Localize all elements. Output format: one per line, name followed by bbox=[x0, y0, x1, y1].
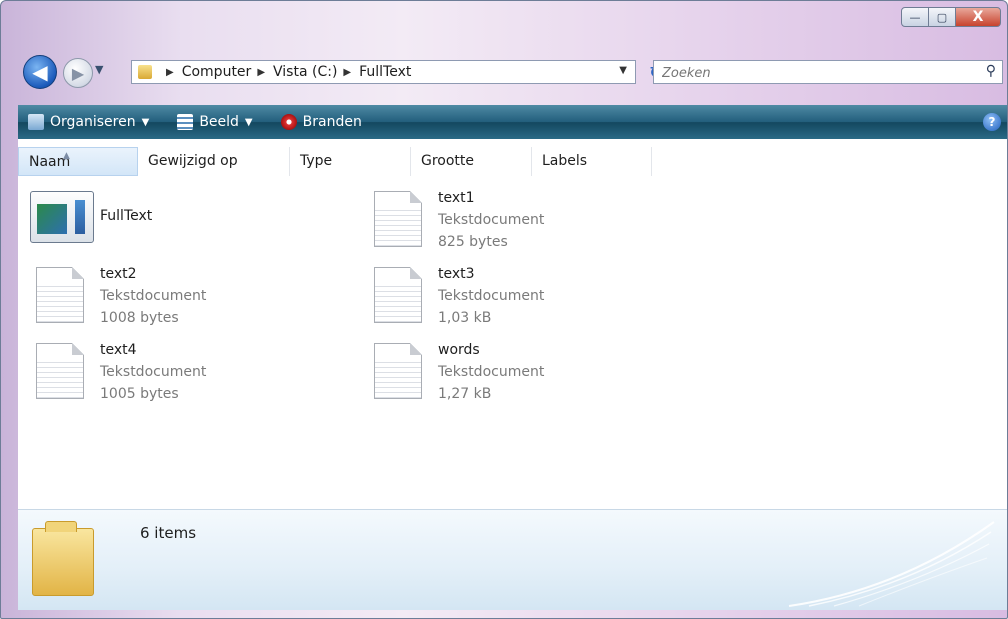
column-header-name[interactable]: ▲ Naam bbox=[18, 147, 138, 176]
breadcrumb-computer[interactable]: Computer bbox=[182, 64, 252, 80]
file-name: words bbox=[438, 342, 480, 358]
details-pane: 6 items bbox=[18, 509, 1007, 610]
file-type: Tekstdocument bbox=[100, 364, 207, 380]
text-document-icon bbox=[368, 187, 424, 247]
breadcrumb-separator-icon[interactable]: ▶ bbox=[343, 67, 351, 78]
maximize-icon: ▢ bbox=[936, 10, 948, 24]
file-list-pane: ▲ Naam Gewijzigd op Type Grootte Labels … bbox=[18, 139, 1007, 509]
burn-button[interactable]: Branden bbox=[271, 114, 362, 130]
explorer-window: — ▢ X ◀ ▶ ▼ ▶ Computer ▶ Vista (C:) ▶ Fu… bbox=[0, 0, 1008, 619]
breadcrumb-folder[interactable]: FullText bbox=[359, 64, 411, 80]
column-header-label: Labels bbox=[542, 153, 588, 169]
file-size: 1,27 kB bbox=[438, 386, 492, 402]
column-header-label: Type bbox=[300, 153, 333, 169]
view-icon bbox=[177, 114, 194, 130]
navigation-bar: ◀ ▶ ▼ ▶ Computer ▶ Vista (C:) ▶ FullText… bbox=[1, 51, 1007, 91]
chevron-down-icon: ▼ bbox=[141, 116, 150, 128]
file-name: text2 bbox=[100, 266, 137, 282]
help-icon: ? bbox=[988, 115, 996, 129]
chevron-down-icon[interactable]: ▼ bbox=[245, 117, 253, 128]
file-name: FullText bbox=[100, 208, 153, 224]
item-count: 6 items bbox=[140, 524, 197, 542]
search-input[interactable] bbox=[660, 62, 964, 84]
command-bar: Organiseren ▼ Beeld ▼ Branden ? bbox=[18, 105, 1007, 139]
decorative-swoosh bbox=[788, 521, 995, 607]
file-size: 1008 bytes bbox=[100, 310, 179, 326]
file-item-words[interactable]: words Tekstdocument 1,27 kB bbox=[368, 339, 698, 411]
application-icon bbox=[30, 189, 94, 247]
file-item-fulltext[interactable]: FullText bbox=[30, 189, 360, 261]
file-item-text3[interactable]: text3 Tekstdocument 1,03 kB bbox=[368, 263, 698, 335]
column-header-size[interactable]: Grootte bbox=[411, 147, 532, 176]
text-document-icon bbox=[30, 339, 86, 399]
search-icon[interactable]: ⚲ bbox=[986, 63, 996, 79]
burn-disc-icon bbox=[280, 114, 297, 130]
organize-icon bbox=[28, 114, 44, 130]
file-type: Tekstdocument bbox=[438, 288, 545, 304]
back-arrow-icon: ◀ bbox=[32, 60, 48, 84]
file-size: 825 bytes bbox=[438, 234, 508, 250]
column-header-label: Grootte bbox=[421, 153, 475, 169]
column-header-type[interactable]: Type bbox=[290, 147, 411, 176]
column-header-modified[interactable]: Gewijzigd op bbox=[138, 147, 290, 176]
folder-icon bbox=[32, 521, 94, 596]
close-button[interactable]: X bbox=[955, 7, 1001, 27]
breadcrumb-separator-icon[interactable]: ▶ bbox=[166, 67, 174, 78]
search-box[interactable]: ⚲ bbox=[653, 60, 1003, 84]
address-bar[interactable]: ▶ Computer ▶ Vista (C:) ▶ FullText ▼ bbox=[131, 60, 636, 84]
folder-icon bbox=[138, 65, 152, 79]
close-icon: X bbox=[972, 9, 984, 25]
file-item-text2[interactable]: text2 Tekstdocument 1008 bytes bbox=[30, 263, 360, 335]
forward-arrow-icon: ▶ bbox=[71, 63, 85, 83]
column-header-label: Gewijzigd op bbox=[148, 153, 238, 169]
maximize-button[interactable]: ▢ bbox=[928, 7, 956, 27]
text-document-icon bbox=[368, 339, 424, 399]
file-name: text3 bbox=[438, 266, 475, 282]
chevron-down-icon: ▼ bbox=[95, 63, 104, 76]
text-document-icon bbox=[368, 263, 424, 323]
help-button[interactable]: ? bbox=[983, 113, 1001, 131]
view-label: Beeld bbox=[199, 114, 239, 130]
file-item-text4[interactable]: text4 Tekstdocument 1005 bytes bbox=[30, 339, 360, 411]
back-button[interactable]: ◀ bbox=[23, 55, 57, 89]
column-headers: ▲ Naam Gewijzigd op Type Grootte Labels bbox=[18, 147, 1007, 176]
file-type: Tekstdocument bbox=[438, 364, 545, 380]
file-name: text4 bbox=[100, 342, 137, 358]
breadcrumb-drive[interactable]: Vista (C:) bbox=[273, 64, 337, 80]
address-dropdown-icon[interactable]: ▼ bbox=[619, 65, 627, 76]
forward-button[interactable]: ▶ bbox=[63, 58, 93, 88]
file-name: text1 bbox=[438, 190, 475, 206]
burn-label: Branden bbox=[302, 114, 362, 130]
minimize-button[interactable]: — bbox=[901, 7, 929, 27]
sort-ascending-icon: ▲ bbox=[63, 151, 70, 161]
file-size: 1,03 kB bbox=[438, 310, 492, 326]
view-button[interactable]: Beeld ▼ bbox=[167, 114, 253, 130]
text-document-icon bbox=[30, 263, 86, 323]
file-type: Tekstdocument bbox=[438, 212, 545, 228]
file-item-text1[interactable]: text1 Tekstdocument 825 bytes bbox=[368, 187, 698, 259]
file-size: 1005 bytes bbox=[100, 386, 179, 402]
file-type: Tekstdocument bbox=[100, 288, 207, 304]
column-header-labels[interactable]: Labels bbox=[532, 147, 652, 176]
history-dropdown-button[interactable]: ▼ bbox=[95, 63, 103, 76]
organize-label: Organiseren bbox=[50, 114, 136, 130]
minimize-icon: — bbox=[909, 10, 921, 24]
organize-button[interactable]: Organiseren ▼ bbox=[18, 114, 149, 130]
breadcrumb-separator-icon[interactable]: ▶ bbox=[257, 67, 265, 78]
window-controls: — ▢ X bbox=[901, 7, 1001, 27]
